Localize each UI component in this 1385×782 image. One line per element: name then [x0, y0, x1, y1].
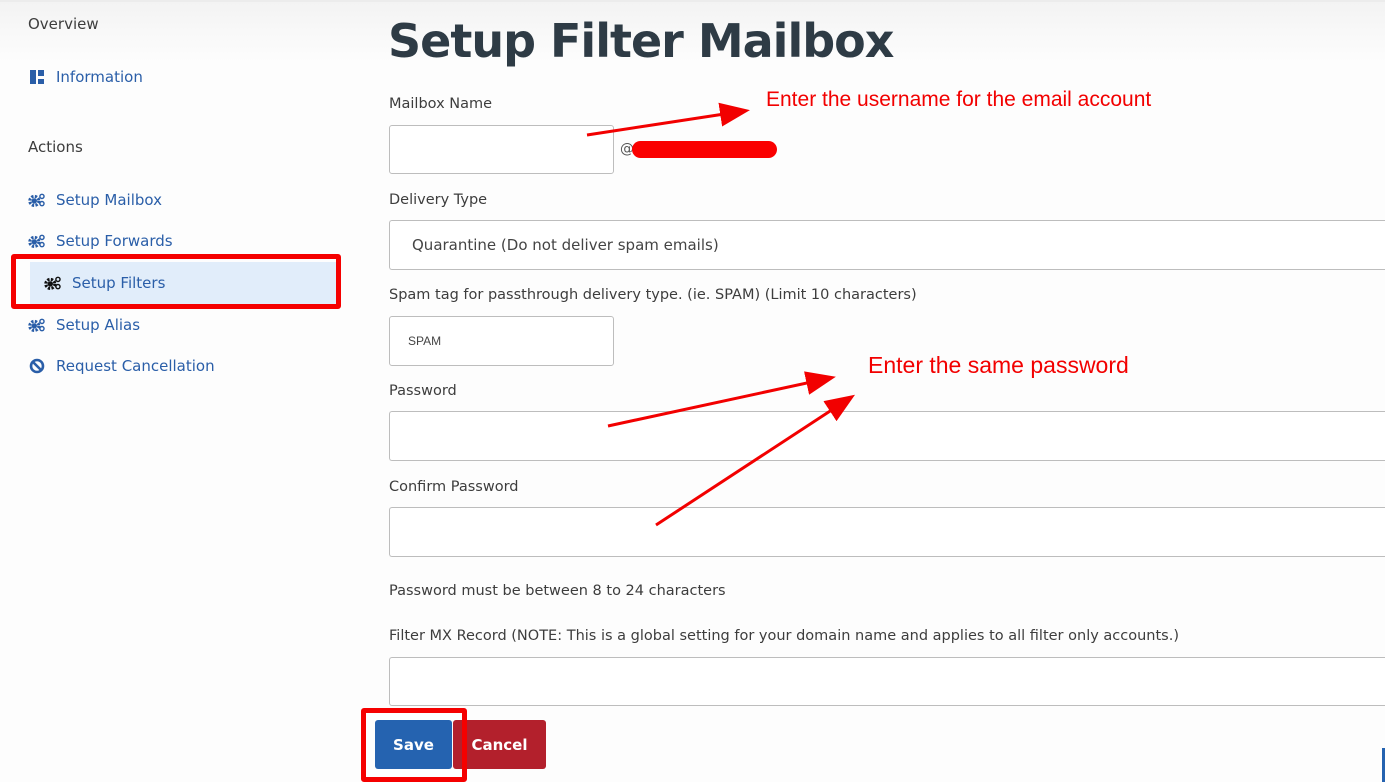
spam-tag-label: Spam tag for passthrough delivery type. … [389, 287, 917, 303]
sidebar-item-information[interactable]: Information [28, 68, 143, 86]
spam-tag-input[interactable] [389, 316, 614, 366]
redacted-domain [632, 141, 777, 158]
highlight-box-save [361, 708, 467, 782]
sidebar-item-setup-forwards[interactable]: Setup Forwards [28, 232, 173, 250]
sidebar-item-label: Setup Alias [56, 316, 141, 334]
delivery-type-selected: Quarantine (Do not deliver spam emails) [412, 236, 719, 254]
actions-heading: Actions [28, 138, 83, 156]
highlight-box-setup-filters [11, 254, 341, 309]
sidebar-item-label: Setup Forwards [56, 232, 173, 250]
mailbox-name-input[interactable] [389, 125, 614, 174]
sidebar-item-setup-mailbox[interactable]: Setup Mailbox [28, 191, 162, 209]
mx-record-input[interactable] [389, 657, 1385, 706]
ban-icon [28, 358, 46, 374]
delivery-type-label: Delivery Type [389, 192, 488, 208]
cogs-icon [28, 233, 46, 249]
cogs-icon [28, 317, 46, 333]
confirm-password-label: Confirm Password [389, 479, 519, 495]
password-hint: Password must be between 8 to 24 charact… [389, 583, 726, 599]
mx-record-label: Filter MX Record (NOTE: This is a global… [389, 628, 1179, 644]
confirm-password-input[interactable] [389, 507, 1385, 557]
sidebar-item-label: Information [56, 68, 143, 86]
sidebar-item-label: Request Cancellation [56, 357, 215, 375]
sidebar: Overview Information Actions Setup Mailb… [0, 0, 360, 782]
annotation-password: Enter the same password [868, 352, 1129, 378]
mailbox-name-label: Mailbox Name [389, 96, 493, 112]
delivery-type-select[interactable]: Quarantine (Do not deliver spam emails) [389, 220, 1385, 270]
page-title: Setup Filter Mailbox [388, 14, 894, 68]
password-label: Password [389, 383, 457, 399]
sidebar-item-request-cancellation[interactable]: Request Cancellation [28, 357, 215, 375]
overview-heading: Overview [28, 15, 99, 33]
cogs-icon [28, 192, 46, 208]
dashboard-icon [28, 69, 46, 85]
sidebar-item-label: Setup Mailbox [56, 191, 163, 209]
sidebar-item-setup-alias[interactable]: Setup Alias [28, 316, 140, 334]
password-input[interactable] [389, 411, 1385, 461]
annotation-username: Enter the username for the email account [766, 88, 1152, 111]
